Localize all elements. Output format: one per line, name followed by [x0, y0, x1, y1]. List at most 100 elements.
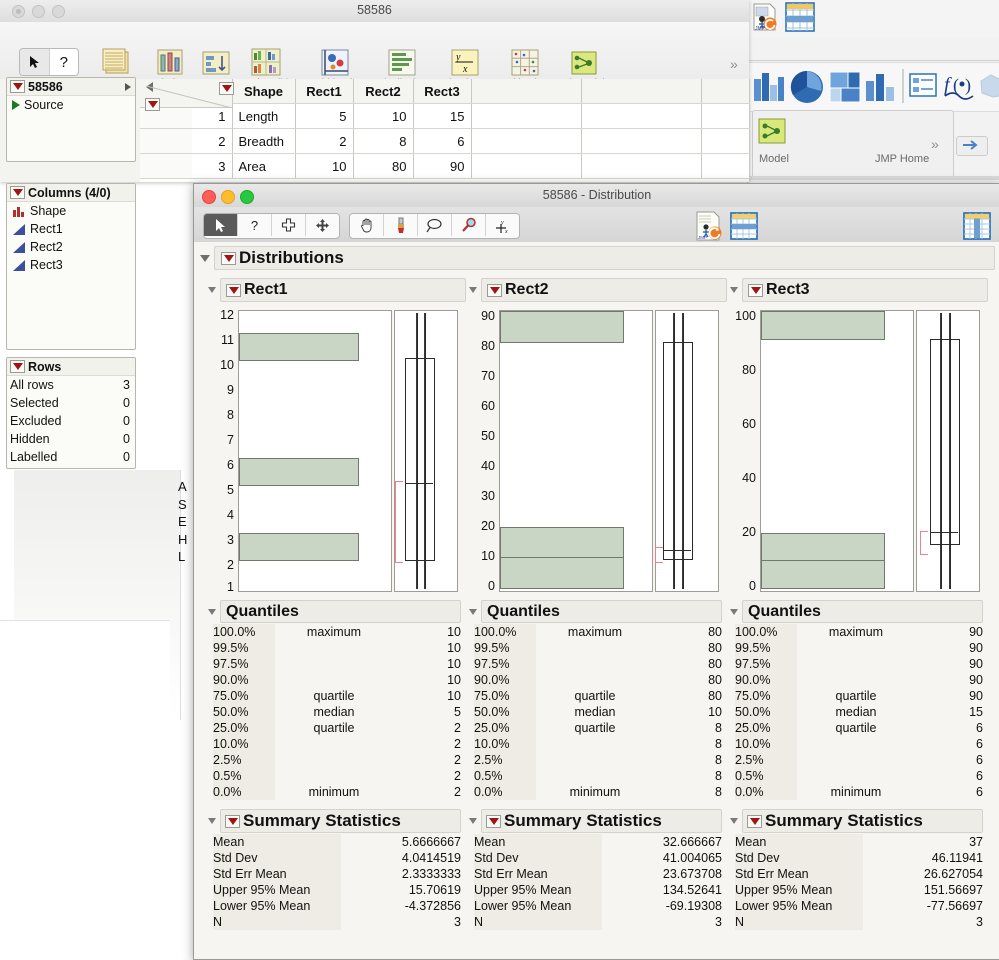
distributions-title-bar[interactable]: Distributions — [214, 246, 995, 270]
rows-item-labelled[interactable]: Labelled 0 — [7, 448, 135, 466]
column-header-empty-3[interactable] — [701, 79, 749, 104]
lasso-icon[interactable] — [418, 214, 452, 236]
disclosure-triangle-icon[interactable] — [469, 609, 477, 615]
question-help-icon[interactable]: ? — [238, 214, 272, 236]
column-item-rect3[interactable]: Rect3 — [7, 256, 135, 274]
disclosure-triangle-icon[interactable] — [200, 255, 210, 262]
cell-empty[interactable] — [471, 104, 581, 129]
rows-item-selected[interactable]: Selected 0 — [7, 394, 135, 412]
quantiles-title-bar[interactable]: Quantiles — [742, 600, 983, 623]
cell-empty[interactable] — [471, 129, 581, 154]
section-menu-icon[interactable] — [221, 252, 236, 265]
histogram-bar[interactable] — [239, 533, 359, 561]
disclosure-triangle-icon[interactable] — [730, 818, 738, 824]
boxplot-box[interactable] — [930, 339, 960, 545]
variable-menu-icon[interactable] — [748, 284, 763, 297]
rect2-header[interactable]: Rect2 — [469, 278, 727, 302]
cell-rect3[interactable]: 6 — [413, 129, 471, 154]
rows-item-hidden[interactable]: Hidden 0 — [7, 430, 135, 448]
columns-menu-icon[interactable] — [219, 82, 234, 95]
histogram-bar[interactable] — [500, 311, 624, 343]
disclosure-triangle-icon[interactable] — [469, 818, 477, 824]
table-menu-icon[interactable] — [10, 80, 25, 93]
rect2-boxplot[interactable] — [655, 310, 719, 592]
cell-empty[interactable] — [701, 104, 749, 129]
cell-empty[interactable] — [701, 154, 749, 179]
formula-icon[interactable]: f() — [943, 71, 975, 101]
column-header-rect3[interactable]: Rect3 — [413, 79, 471, 104]
disclosure-triangle-icon[interactable] — [469, 287, 477, 293]
arrow-select-icon[interactable] — [204, 214, 238, 236]
column-header-rect2[interactable]: Rect2 — [353, 79, 413, 104]
rect3-header[interactable]: Rect3 — [730, 278, 988, 302]
source-item[interactable]: Source — [7, 96, 135, 114]
disclosure-triangle-icon[interactable] — [208, 287, 216, 293]
source-panel-header[interactable]: 58586 — [7, 78, 135, 96]
summary-statistics-header[interactable]: Summary Statistics — [730, 809, 983, 833]
column-header-empty-2[interactable] — [581, 79, 701, 104]
summary-statistics-header[interactable]: Summary Statistics — [469, 809, 722, 833]
rect1-histogram[interactable] — [238, 310, 392, 592]
background-overflow-chevron[interactable]: » — [931, 136, 939, 152]
view-tool-group[interactable]: yx — [349, 213, 520, 239]
column-item-shape[interactable]: Shape — [7, 202, 135, 220]
distribution-toolbar[interactable]: ? yx — [194, 207, 999, 243]
disclosure-triangle-icon[interactable] — [208, 818, 216, 824]
cell-empty[interactable] — [701, 129, 749, 154]
disclosure-triangle-icon[interactable] — [730, 287, 738, 293]
fit-model-icon[interactable] — [757, 117, 787, 145]
map-shape-icon[interactable] — [979, 73, 999, 99]
cell-rect2[interactable]: 10 — [353, 104, 413, 129]
selection-tool-group[interactable]: ? — [203, 213, 340, 239]
cell-shape[interactable]: Length — [232, 104, 295, 129]
data-table-icon[interactable] — [784, 1, 816, 33]
background-nav-button[interactable] — [956, 136, 988, 156]
cell-empty[interactable] — [581, 104, 701, 129]
source-panel[interactable]: 58586 Source — [6, 77, 136, 162]
rect1-chart[interactable]: 12 11 10 9 8 7 6 5 4 3 2 1 — [208, 310, 456, 590]
background-graph-toolbar[interactable]: f() — [747, 62, 999, 112]
rect3-chart[interactable]: 100 80 60 40 20 0 — [730, 310, 978, 590]
table-row[interactable]: 3 Area 10 80 90 — [140, 154, 749, 179]
cell-rect1[interactable]: 10 — [295, 154, 353, 179]
run-script-icon[interactable] — [12, 100, 20, 110]
column-header-rect1[interactable]: Rect1 — [295, 79, 353, 104]
crosshair-icon[interactable] — [272, 214, 306, 236]
rows-panel-header[interactable]: Rows — [7, 358, 135, 376]
data-table-toolbar[interactable]: ? Window Tools Data Filter Tabulate Sort — [0, 22, 749, 80]
cell-empty[interactable] — [581, 154, 701, 179]
section-menu-icon[interactable] — [486, 815, 501, 828]
distribution-window[interactable]: 58586 - Distribution ? — [193, 183, 999, 960]
jmp-save-script-icon[interactable]: JMP — [694, 211, 724, 239]
histogram-bar[interactable] — [500, 527, 624, 589]
list-view-icon[interactable] — [909, 73, 937, 97]
disclosure-triangle-icon[interactable] — [208, 609, 216, 615]
rect2-title-bar[interactable]: Rect2 — [481, 278, 727, 302]
summary-statistics-header[interactable]: Summary Statistics — [208, 809, 461, 833]
column-item-rect1[interactable]: Rect1 — [7, 220, 135, 238]
quantiles-title-bar[interactable]: Quantiles — [220, 600, 461, 623]
brush-icon[interactable] — [384, 214, 418, 236]
section-menu-icon[interactable] — [225, 815, 240, 828]
rect3-boxplot[interactable] — [916, 310, 980, 592]
columns-panel-header[interactable]: Columns (4/0) — [7, 184, 135, 202]
rect2-histogram[interactable] — [499, 310, 653, 592]
histogram-bar[interactable] — [239, 458, 359, 486]
column-item-rect2[interactable]: Rect2 — [7, 238, 135, 256]
cell-shape[interactable]: Breadth — [232, 129, 295, 154]
variable-menu-icon[interactable] — [226, 284, 241, 297]
boxplot-box[interactable] — [663, 342, 693, 560]
columns-menu-icon[interactable] — [10, 186, 25, 199]
cell-rect1[interactable]: 5 — [295, 104, 353, 129]
column-header-empty-1[interactable] — [471, 79, 581, 104]
cell-empty[interactable] — [471, 154, 581, 179]
data-table-icon[interactable] — [729, 211, 759, 239]
section-menu-icon[interactable] — [747, 815, 762, 828]
variable-menu-icon[interactable] — [487, 284, 502, 297]
rect2-chart[interactable]: 90 80 70 60 50 40 30 20 10 0 — [469, 310, 717, 590]
rect1-title-bar[interactable]: Rect1 — [220, 278, 466, 302]
summary-statistics-title-bar[interactable]: Summary Statistics — [742, 809, 983, 833]
rect1-boxplot[interactable] — [394, 310, 458, 592]
jmp-save-script-icon[interactable]: JMP — [750, 2, 780, 32]
histogram-bar[interactable] — [239, 333, 359, 361]
